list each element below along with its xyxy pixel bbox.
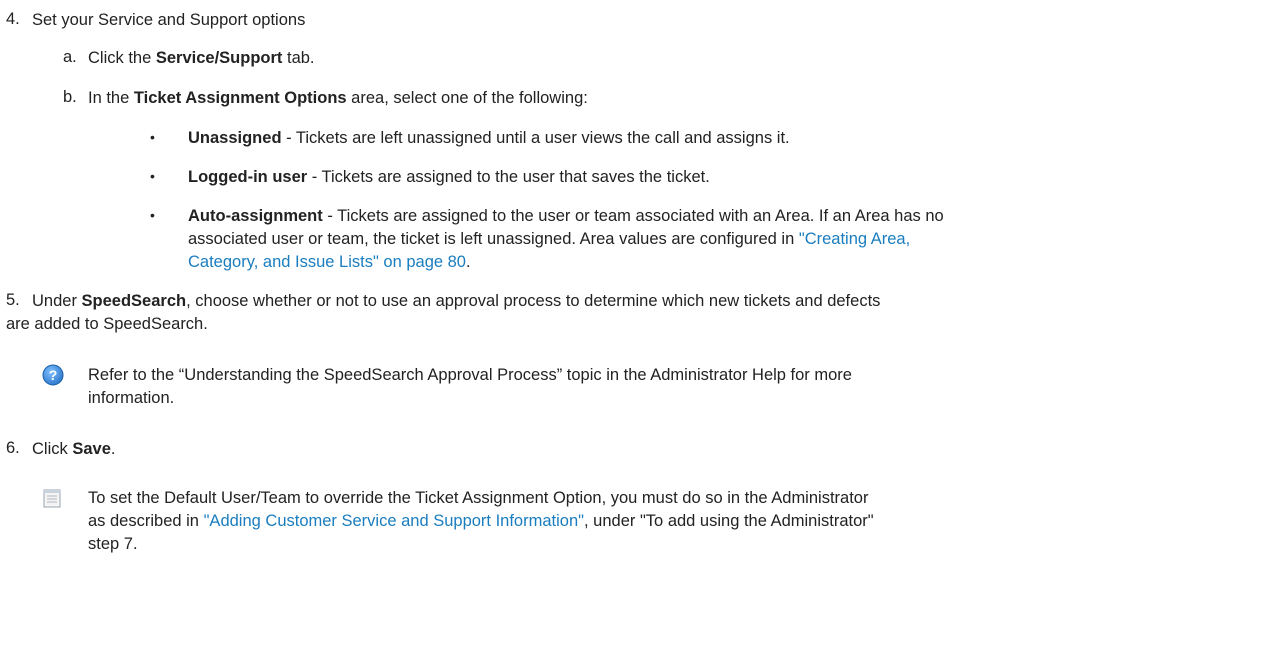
step-6-number: 6. (6, 439, 20, 457)
bullet-dot: • (150, 129, 155, 145)
step-5-number: 5. (6, 291, 20, 309)
bullet-logged-in-user: Logged-in user - Tickets are assigned to… (188, 168, 710, 186)
link-adding-customer-service[interactable]: "Adding Customer Service and Support Inf… (204, 512, 584, 530)
bullet-auto-assignment: Auto-assignment - Tickets are assigned t… (188, 207, 944, 225)
bullet-auto-assignment-line2: associated user or team, the ticket is l… (188, 230, 911, 248)
bullet-auto-assignment-line3: Category, and Issue Lists" on page 80. (188, 253, 471, 271)
svg-text:?: ? (49, 367, 58, 383)
step-4-text: Set your Service and Support options (32, 11, 306, 29)
step-4-number: 4. (6, 10, 20, 28)
step-4b-letter: b. (63, 88, 77, 106)
help-note-line2: information. (88, 389, 175, 407)
help-icon: ? (42, 364, 64, 386)
bullet-dot: • (150, 168, 155, 184)
step-4a-text: Click the Service/Support tab. (88, 49, 315, 67)
note-line3: step 7. (88, 535, 138, 553)
link-creating-area-cont[interactable]: Category, and Issue Lists" on page 80 (188, 253, 466, 271)
step-5-text-line2: are added to SpeedSearch. (6, 315, 208, 333)
bullet-dot: • (150, 207, 155, 223)
step-4a-letter: a. (63, 48, 77, 66)
link-creating-area[interactable]: "Creating Area, (799, 230, 910, 248)
bullet-unassigned: Unassigned - Tickets are left unassigned… (188, 129, 790, 147)
step-4b-text: In the Ticket Assignment Options area, s… (88, 89, 588, 107)
step-5-text: Under SpeedSearch, choose whether or not… (32, 292, 881, 310)
step-6-text: Click Save. (32, 440, 116, 458)
note-line1: To set the Default User/Team to override… (88, 489, 869, 507)
help-note-line1: Refer to the “Understanding the SpeedSea… (88, 366, 852, 384)
note-icon (43, 489, 61, 508)
note-line2: as described in "Adding Customer Service… (88, 512, 874, 530)
